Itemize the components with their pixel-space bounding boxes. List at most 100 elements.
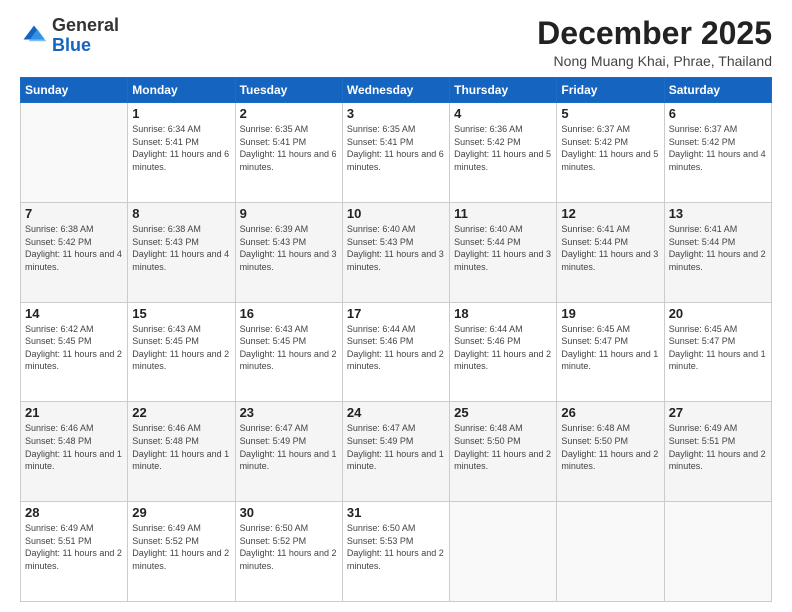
day-info: Sunrise: 6:45 AMSunset: 5:47 PMDaylight:…: [669, 323, 767, 373]
logo-general-text: General: [52, 15, 119, 35]
day-number: 14: [25, 306, 123, 321]
day-number: 26: [561, 405, 659, 420]
calendar-cell: 15 Sunrise: 6:43 AMSunset: 5:45 PMDayligh…: [128, 302, 235, 402]
calendar-cell: 26 Sunrise: 6:48 AMSunset: 5:50 PMDayligh…: [557, 402, 664, 502]
day-number: 28: [25, 505, 123, 520]
logo-text: General Blue: [52, 16, 119, 56]
day-info: Sunrise: 6:47 AMSunset: 5:49 PMDaylight:…: [240, 422, 338, 472]
day-info: Sunrise: 6:35 AMSunset: 5:41 PMDaylight:…: [240, 123, 338, 173]
day-number: 3: [347, 106, 445, 121]
day-info: Sunrise: 6:49 AMSunset: 5:51 PMDaylight:…: [25, 522, 123, 572]
day-number: 13: [669, 206, 767, 221]
day-number: 5: [561, 106, 659, 121]
col-header-sunday: Sunday: [21, 78, 128, 103]
day-number: 9: [240, 206, 338, 221]
day-info: Sunrise: 6:34 AMSunset: 5:41 PMDaylight:…: [132, 123, 230, 173]
day-number: 27: [669, 405, 767, 420]
calendar-cell: 4Sunrise: 6:36 AMSunset: 5:42 PMDaylight…: [450, 103, 557, 203]
day-number: 15: [132, 306, 230, 321]
calendar-cell: 10 Sunrise: 6:40 AMSunset: 5:43 PMDayligh…: [342, 202, 449, 302]
calendar-cell: 19Sunrise: 6:45 AMSunset: 5:47 PMDayligh…: [557, 302, 664, 402]
calendar-cell: 30Sunrise: 6:50 AMSunset: 5:52 PMDayligh…: [235, 502, 342, 602]
calendar-cell: 2 Sunrise: 6:35 AMSunset: 5:41 PMDaylight…: [235, 103, 342, 203]
day-info: Sunrise: 6:50 AMSunset: 5:52 PMDaylight:…: [240, 522, 338, 572]
calendar-cell: 25Sunrise: 6:48 AMSunset: 5:50 PMDayligh…: [450, 402, 557, 502]
calendar-cell: [557, 502, 664, 602]
calendar-header-row: SundayMondayTuesdayWednesdayThursdayFrid…: [21, 78, 772, 103]
day-info: Sunrise: 6:47 AMSunset: 5:49 PMDaylight:…: [347, 422, 445, 472]
calendar-cell: 14 Sunrise: 6:42 AMSunset: 5:45 PMDayligh…: [21, 302, 128, 402]
day-number: 16: [240, 306, 338, 321]
day-number: 25: [454, 405, 552, 420]
calendar-cell: 1 Sunrise: 6:34 AMSunset: 5:41 PMDaylight…: [128, 103, 235, 203]
page: General Blue December 2025 Nong Muang Kh…: [0, 0, 792, 612]
day-number: 22: [132, 405, 230, 420]
day-number: 23: [240, 405, 338, 420]
logo: General Blue: [20, 16, 119, 56]
day-number: 20: [669, 306, 767, 321]
day-number: 6: [669, 106, 767, 121]
calendar-cell: 27 Sunrise: 6:49 AMSunset: 5:51 PMDayligh…: [664, 402, 771, 502]
day-info: Sunrise: 6:35 AMSunset: 5:41 PMDaylight:…: [347, 123, 445, 173]
day-info: Sunrise: 6:44 AMSunset: 5:46 PMDaylight:…: [454, 323, 552, 373]
calendar-cell: 16 Sunrise: 6:43 AMSunset: 5:45 PMDayligh…: [235, 302, 342, 402]
calendar-cell: 21Sunrise: 6:46 AMSunset: 5:48 PMDayligh…: [21, 402, 128, 502]
day-info: Sunrise: 6:43 AMSunset: 5:45 PMDaylight:…: [132, 323, 230, 373]
day-info: Sunrise: 6:43 AMSunset: 5:45 PMDaylight:…: [240, 323, 338, 373]
day-number: 7: [25, 206, 123, 221]
calendar-cell: 6 Sunrise: 6:37 AMSunset: 5:42 PMDaylight…: [664, 103, 771, 203]
calendar-week-5: 28 Sunrise: 6:49 AMSunset: 5:51 PMDayligh…: [21, 502, 772, 602]
day-number: 12: [561, 206, 659, 221]
calendar-cell: 20 Sunrise: 6:45 AMSunset: 5:47 PMDayligh…: [664, 302, 771, 402]
calendar-cell: 31Sunrise: 6:50 AMSunset: 5:53 PMDayligh…: [342, 502, 449, 602]
day-number: 19: [561, 306, 659, 321]
calendar-cell: 8Sunrise: 6:38 AMSunset: 5:43 PMDaylight…: [128, 202, 235, 302]
day-number: 24: [347, 405, 445, 420]
day-number: 11: [454, 206, 552, 221]
calendar-cell: 28 Sunrise: 6:49 AMSunset: 5:51 PMDayligh…: [21, 502, 128, 602]
day-info: Sunrise: 6:41 AMSunset: 5:44 PMDaylight:…: [561, 223, 659, 273]
day-info: Sunrise: 6:50 AMSunset: 5:53 PMDaylight:…: [347, 522, 445, 572]
day-info: Sunrise: 6:48 AMSunset: 5:50 PMDaylight:…: [561, 422, 659, 472]
calendar-table: SundayMondayTuesdayWednesdayThursdayFrid…: [20, 77, 772, 602]
day-number: 8: [132, 206, 230, 221]
calendar-cell: 24 Sunrise: 6:47 AMSunset: 5:49 PMDayligh…: [342, 402, 449, 502]
calendar-cell: 22 Sunrise: 6:46 AMSunset: 5:48 PMDayligh…: [128, 402, 235, 502]
location: Nong Muang Khai, Phrae, Thailand: [537, 53, 772, 69]
day-info: Sunrise: 6:37 AMSunset: 5:42 PMDaylight:…: [669, 123, 767, 173]
day-number: 4: [454, 106, 552, 121]
col-header-friday: Friday: [557, 78, 664, 103]
day-number: 10: [347, 206, 445, 221]
day-info: Sunrise: 6:44 AMSunset: 5:46 PMDaylight:…: [347, 323, 445, 373]
calendar-cell: 18 Sunrise: 6:44 AMSunset: 5:46 PMDayligh…: [450, 302, 557, 402]
calendar-week-2: 7 Sunrise: 6:38 AMSunset: 5:42 PMDaylight…: [21, 202, 772, 302]
day-info: Sunrise: 6:49 AMSunset: 5:51 PMDaylight:…: [669, 422, 767, 472]
day-info: Sunrise: 6:40 AMSunset: 5:43 PMDaylight:…: [347, 223, 445, 273]
day-number: 1: [132, 106, 230, 121]
calendar-week-4: 21Sunrise: 6:46 AMSunset: 5:48 PMDayligh…: [21, 402, 772, 502]
day-number: 18: [454, 306, 552, 321]
logo-blue-text: Blue: [52, 35, 91, 55]
logo-icon: [20, 22, 48, 50]
calendar-cell: 29 Sunrise: 6:49 AMSunset: 5:52 PMDayligh…: [128, 502, 235, 602]
calendar-week-1: 1 Sunrise: 6:34 AMSunset: 5:41 PMDaylight…: [21, 103, 772, 203]
col-header-thursday: Thursday: [450, 78, 557, 103]
calendar-cell: 11Sunrise: 6:40 AMSunset: 5:44 PMDayligh…: [450, 202, 557, 302]
day-info: Sunrise: 6:42 AMSunset: 5:45 PMDaylight:…: [25, 323, 123, 373]
calendar-cell: 17Sunrise: 6:44 AMSunset: 5:46 PMDayligh…: [342, 302, 449, 402]
month-title: December 2025: [537, 16, 772, 51]
calendar-week-3: 14 Sunrise: 6:42 AMSunset: 5:45 PMDayligh…: [21, 302, 772, 402]
day-info: Sunrise: 6:39 AMSunset: 5:43 PMDaylight:…: [240, 223, 338, 273]
day-number: 2: [240, 106, 338, 121]
calendar-cell: 5 Sunrise: 6:37 AMSunset: 5:42 PMDaylight…: [557, 103, 664, 203]
day-info: Sunrise: 6:46 AMSunset: 5:48 PMDaylight:…: [132, 422, 230, 472]
day-info: Sunrise: 6:41 AMSunset: 5:44 PMDaylight:…: [669, 223, 767, 273]
day-info: Sunrise: 6:37 AMSunset: 5:42 PMDaylight:…: [561, 123, 659, 173]
calendar-cell: [664, 502, 771, 602]
calendar-cell: 7 Sunrise: 6:38 AMSunset: 5:42 PMDaylight…: [21, 202, 128, 302]
day-info: Sunrise: 6:38 AMSunset: 5:42 PMDaylight:…: [25, 223, 123, 273]
day-info: Sunrise: 6:49 AMSunset: 5:52 PMDaylight:…: [132, 522, 230, 572]
title-block: December 2025 Nong Muang Khai, Phrae, Th…: [537, 16, 772, 69]
calendar-cell: 23 Sunrise: 6:47 AMSunset: 5:49 PMDayligh…: [235, 402, 342, 502]
day-number: 29: [132, 505, 230, 520]
